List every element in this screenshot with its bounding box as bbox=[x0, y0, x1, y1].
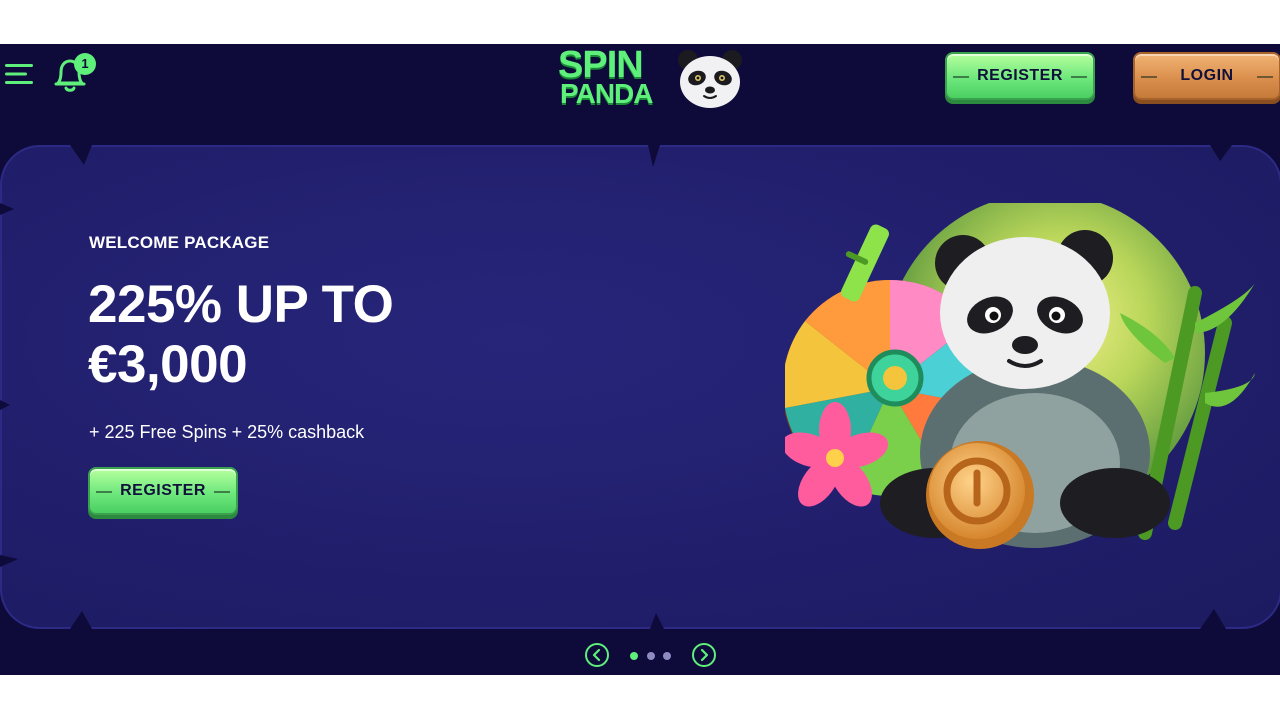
welcome-promo-banner: WELCOME PACKAGE 225% UP TO €3,000 + 225 … bbox=[0, 145, 1280, 629]
page-viewport: 1 SPIN PANDA REGISTER LOGIN WELCOME PACK… bbox=[0, 44, 1280, 675]
carousel-dot-2[interactable] bbox=[647, 652, 655, 660]
notifications-button[interactable]: 1 bbox=[50, 53, 98, 97]
notification-count-badge: 1 bbox=[74, 53, 96, 75]
hero-register-button[interactable]: REGISTER bbox=[88, 467, 238, 515]
carousel-controls bbox=[584, 643, 718, 669]
spin-panda-logo[interactable]: SPIN PANDA bbox=[556, 44, 748, 110]
carousel-dot-1[interactable] bbox=[630, 652, 638, 660]
chevron-left-icon bbox=[592, 648, 601, 662]
chevron-right-icon bbox=[700, 648, 709, 662]
promo-subtitle: + 225 Free Spins + 25% cashback bbox=[89, 422, 365, 442]
promo-headline: 225% UP TO €3,000 bbox=[88, 275, 394, 394]
site-header: 1 SPIN PANDA REGISTER LOGIN bbox=[0, 44, 1280, 108]
promo-eyebrow: WELCOME PACKAGE bbox=[89, 233, 270, 252]
panda-mascot-icon bbox=[678, 50, 742, 108]
hamburger-menu-icon[interactable] bbox=[4, 60, 36, 88]
logo-text-panda: PANDA bbox=[560, 78, 653, 109]
login-button[interactable]: LOGIN bbox=[1133, 52, 1280, 100]
panda-wheel-illustration bbox=[785, 203, 1255, 549]
register-button[interactable]: REGISTER bbox=[945, 52, 1095, 100]
carousel-prev-button[interactable] bbox=[585, 643, 609, 667]
carousel-dot-3[interactable] bbox=[663, 652, 671, 660]
carousel-next-button[interactable] bbox=[692, 643, 716, 667]
